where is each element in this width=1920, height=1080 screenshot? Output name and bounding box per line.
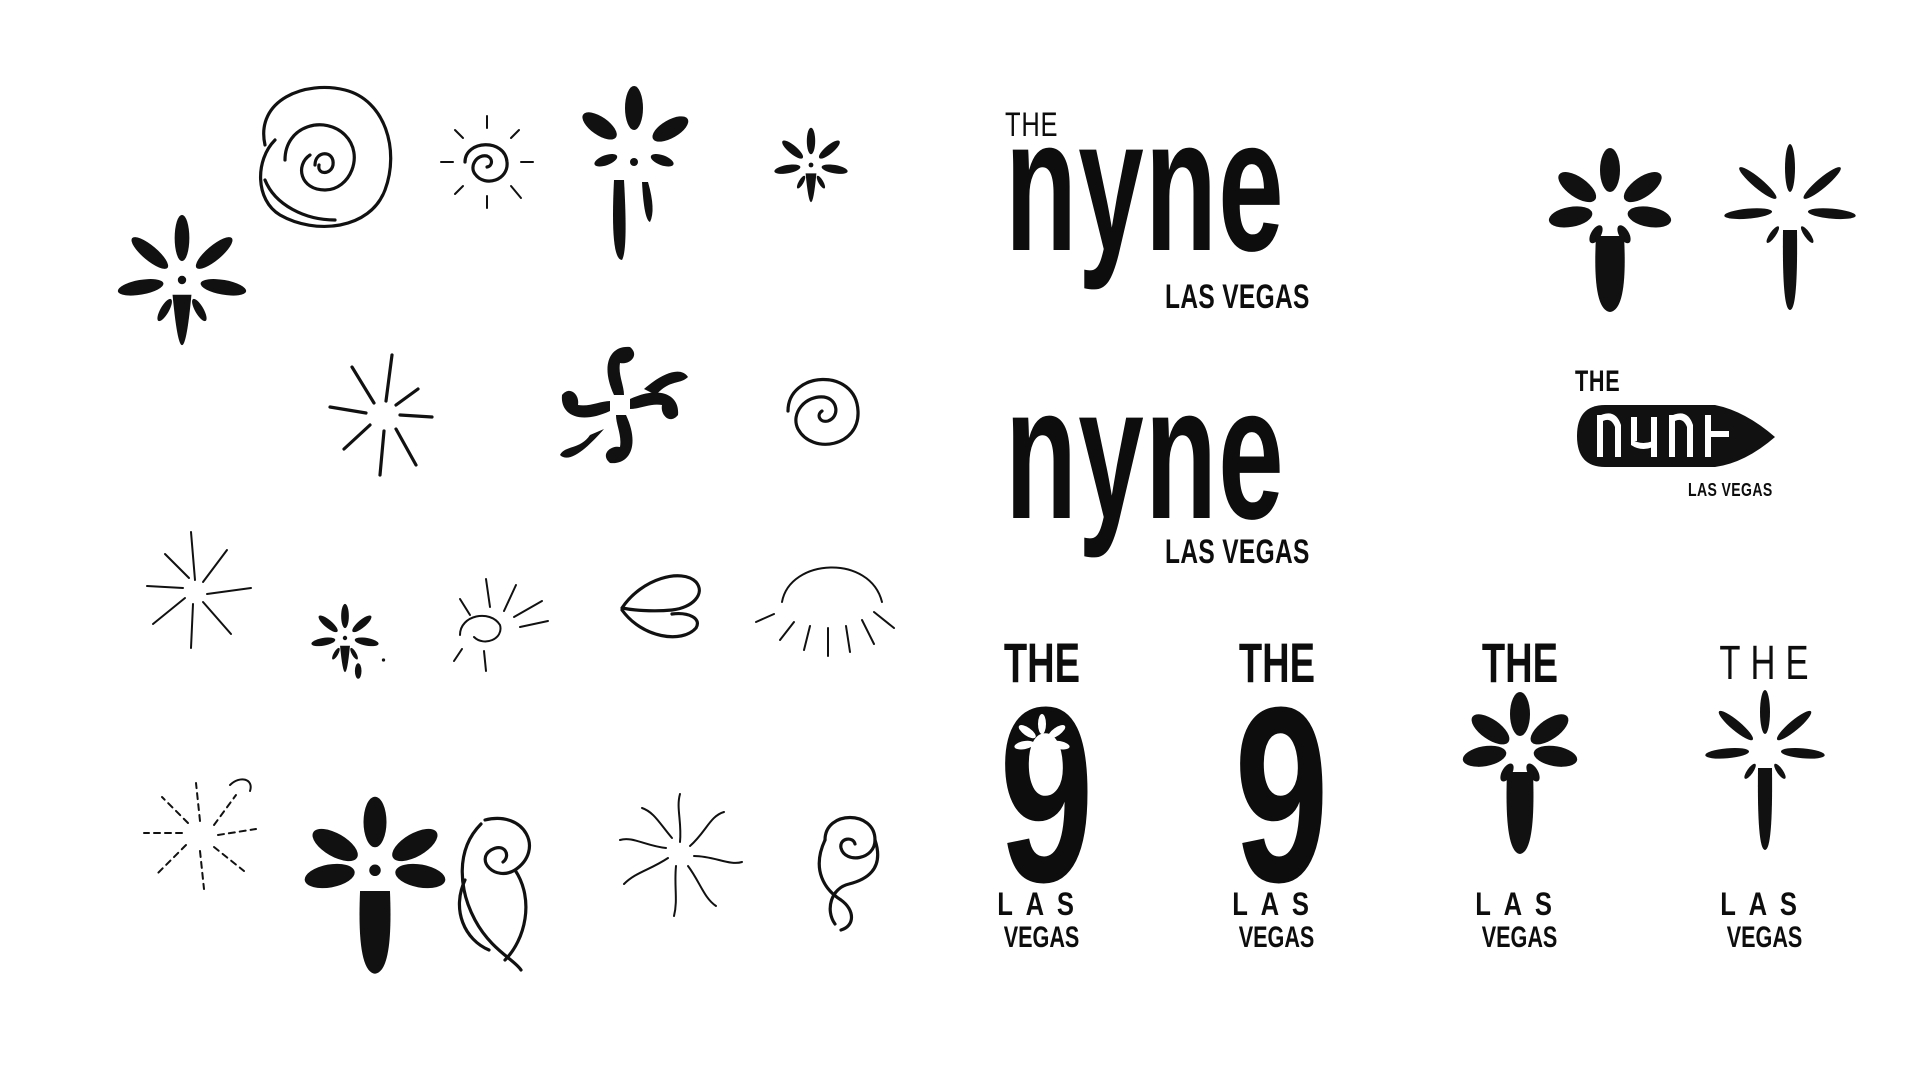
curl-swirl-icon	[817, 816, 880, 932]
stack-nine-digit: 9	[999, 655, 1094, 934]
stack-vegas-label: VEGAS	[1239, 921, 1315, 954]
scribble-burst-icon	[453, 578, 549, 672]
flame-swirl-icon	[457, 816, 532, 972]
stack-las-label: LAS	[1475, 886, 1565, 922]
stack-the-thin-label: THE	[1719, 637, 1819, 690]
large-flower-burst-icon	[116, 214, 248, 346]
logo-stacked-nine-flower: THE 9 LAS VEGAS	[977, 630, 1107, 960]
pinwheel-swirl-icon	[560, 346, 688, 464]
stack-nine-digit: 9	[1234, 655, 1329, 934]
logo-nyne-wordmark: nyne	[1005, 347, 1285, 559]
dome-rays-icon	[755, 566, 895, 657]
nine-flower-cutout-icon	[1014, 714, 1070, 786]
logo-the-nyne-las-vegas: THE nyne LAS VEGAS	[1005, 90, 1335, 316]
swirl-shell-icon	[259, 85, 393, 228]
bold-flower-icon	[304, 796, 446, 974]
stack-las-label: LAS	[1720, 886, 1810, 922]
logo-capsule: THE LAS VEGAS	[1575, 365, 1795, 505]
spiral-sun-icon	[440, 115, 534, 209]
small-flower-burst-icon	[773, 127, 849, 203]
squiggle-burst-icon	[619, 793, 743, 917]
stack-las-label: LAS	[1232, 886, 1322, 922]
design-board: THE nyne LAS VEGAS nyne LAS VEGAS THE LA…	[0, 0, 1920, 1080]
flower-mark-thin-icon	[1724, 144, 1856, 310]
stack-vegas-label: VEGAS	[1482, 921, 1558, 954]
dripping-flower-icon	[582, 86, 689, 260]
logo-city-label: LAS VEGAS	[1165, 278, 1310, 316]
dashed-burst-icon	[143, 778, 257, 890]
logo-stacked-flower-bold: THE LAS VEGAS	[1455, 630, 1585, 960]
logo-stacked-flower-thin: THE LAS VEGAS	[1700, 630, 1830, 960]
petal-outline-icon	[620, 574, 701, 639]
thin-burst-icon	[328, 353, 434, 477]
capsule-city-label: LAS VEGAS	[1688, 480, 1773, 500]
line-burst-icon	[146, 531, 252, 649]
stack-flower-thin-icon	[1705, 690, 1825, 850]
capsule-the-label: THE	[1575, 365, 1621, 398]
capsule-shape-icon	[1577, 405, 1775, 467]
stack-vegas-label: VEGAS	[1004, 921, 1080, 954]
small-spiral-icon	[786, 377, 860, 446]
logo-city-label: LAS VEGAS	[1165, 533, 1310, 571]
stack-the-label: THE	[1481, 631, 1559, 694]
stack-vegas-label: VEGAS	[1727, 921, 1803, 954]
stack-flower-bold-icon	[1462, 692, 1578, 854]
stack-las-label: LAS	[997, 886, 1087, 922]
logo-stacked-nine: THE 9 LAS VEGAS	[1212, 630, 1342, 960]
logo-nyne-wordmark: nyne	[1005, 79, 1285, 291]
flower-mark-bold-icon	[1548, 148, 1672, 312]
sketch-studies	[116, 85, 895, 974]
dotted-flower-icon	[310, 603, 386, 679]
logo-nyne-las-vegas: nyne LAS VEGAS	[1005, 358, 1335, 571]
